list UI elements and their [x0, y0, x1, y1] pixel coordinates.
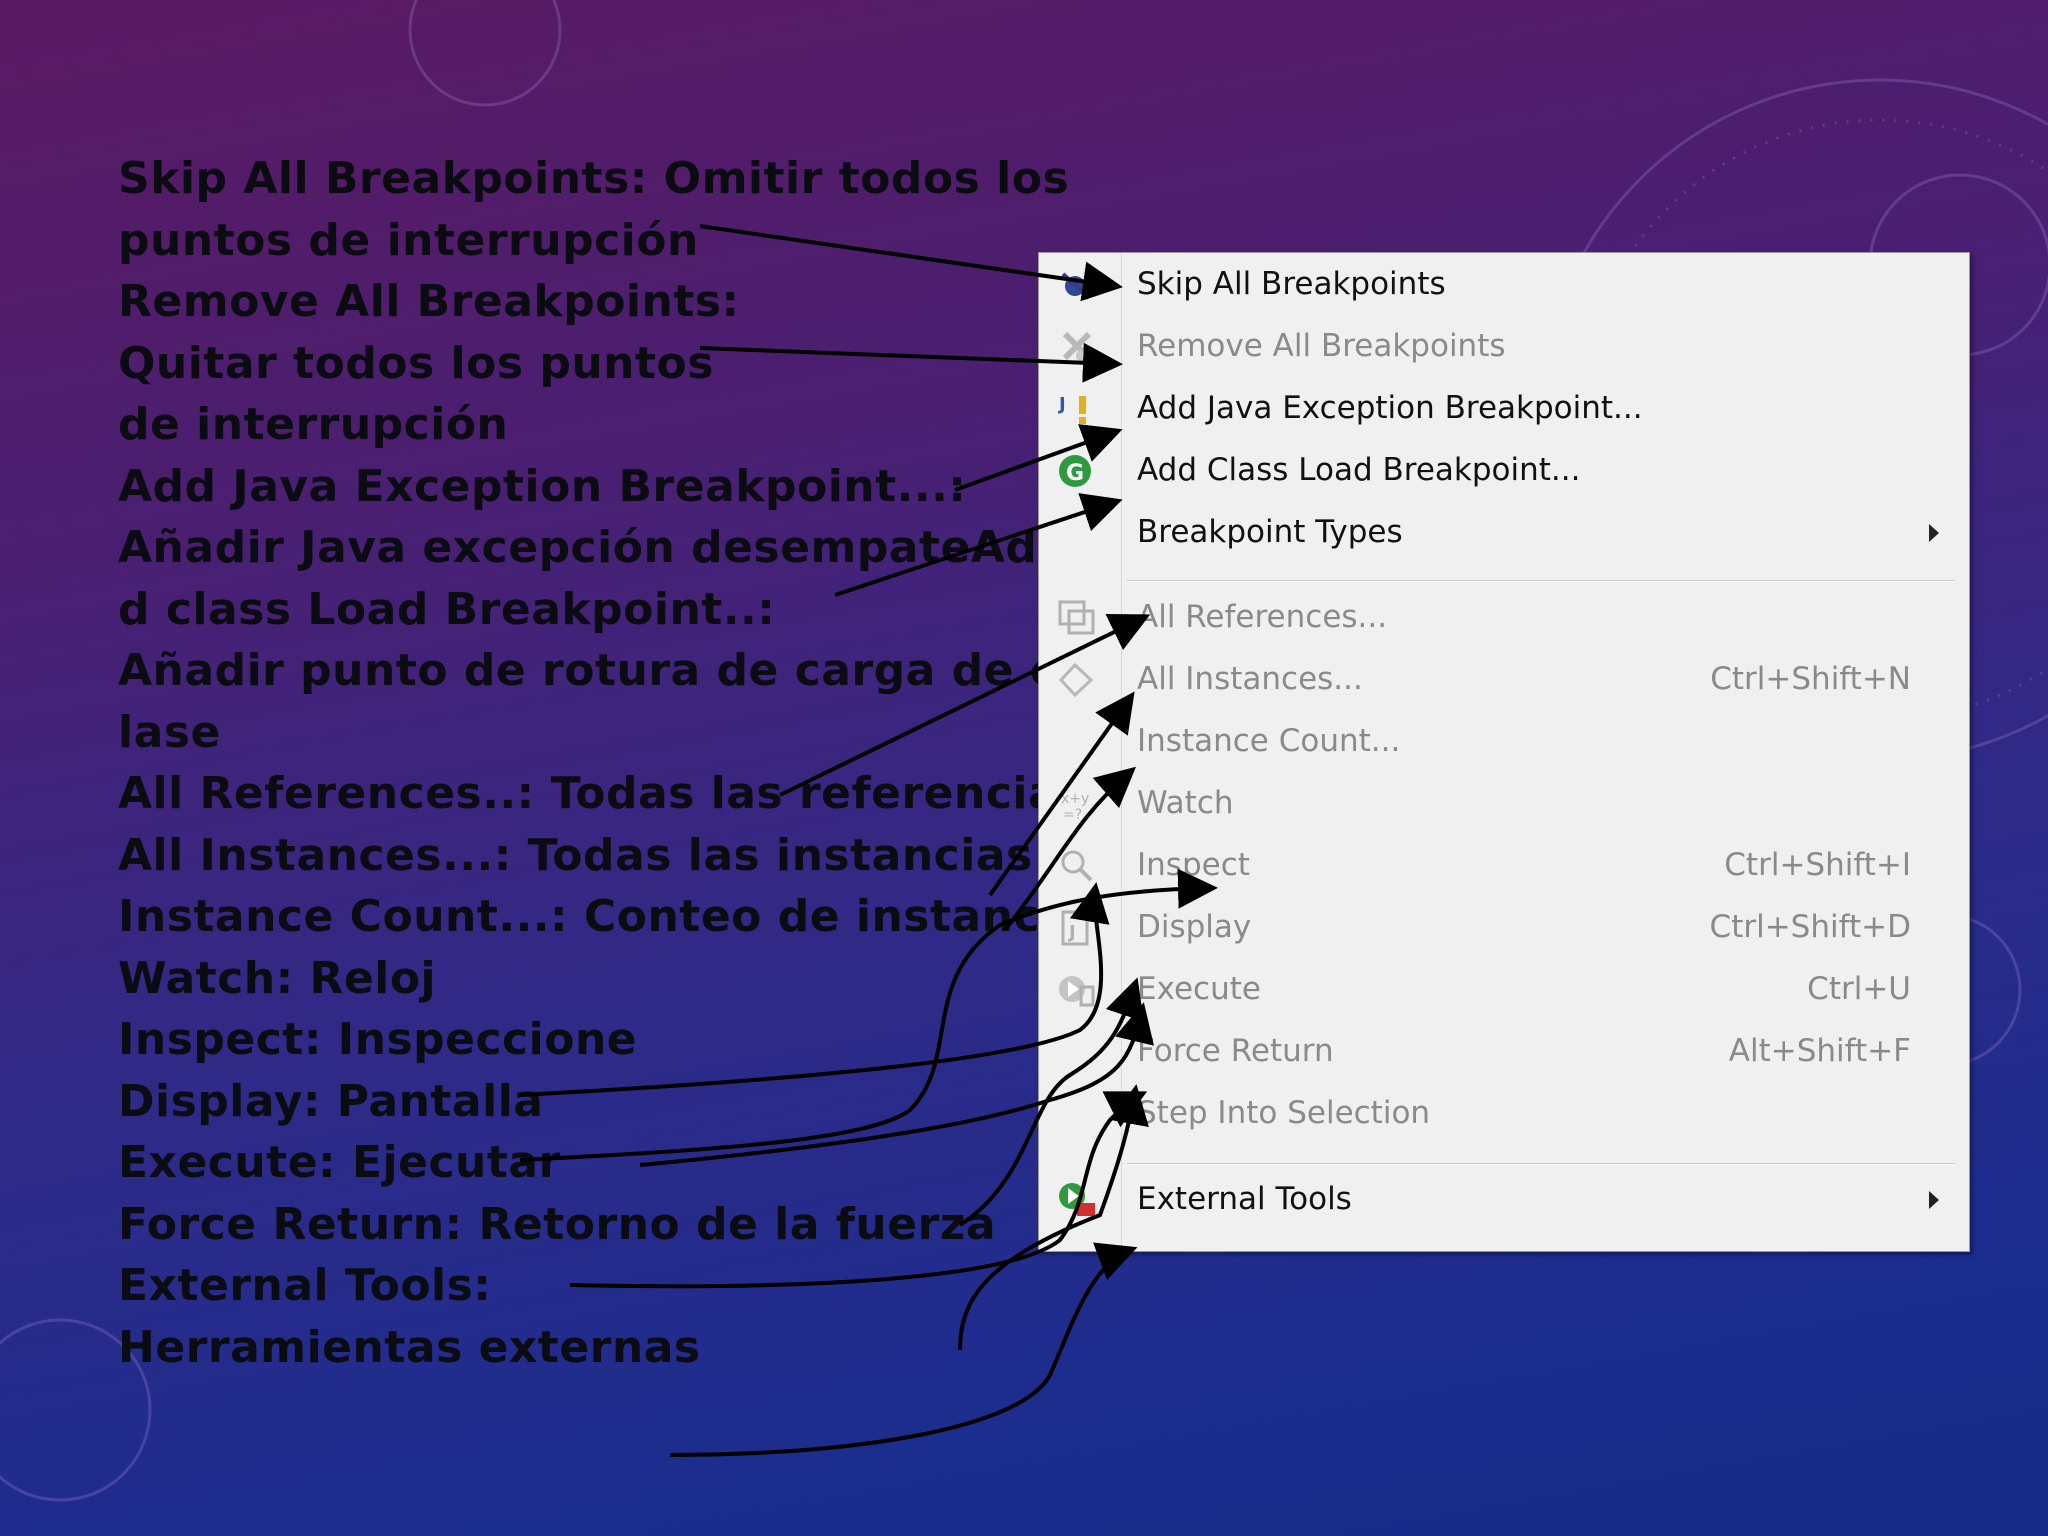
debug-context-menu[interactable]: Skip All Breakpoints Remove All Breakpoi… [1038, 252, 1970, 1252]
submenu-arrow-icon [1929, 1191, 1939, 1209]
all-instances-icon [1057, 661, 1097, 699]
svg-text:=?: =? [1063, 807, 1082, 823]
annotation-text-block: Skip All Breakpoints: Omitir todos los pu… [118, 148, 1086, 1378]
menu-item-label: Remove All Breakpoints [1137, 328, 1506, 364]
menu-item-instance-count[interactable]: Instance Count... [1039, 711, 1969, 773]
execute-icon [1057, 971, 1097, 1009]
annotation-line: puntos de interrupción [118, 214, 699, 266]
annotation-line: Añadir Java excepción desempateAd [118, 522, 1038, 573]
menu-item-all-references[interactable]: All References... [1039, 587, 1969, 649]
menu-item-label: Add Class Load Breakpoint... [1137, 452, 1581, 488]
annotation-line: d class Load Breakpoint..: [118, 583, 776, 635]
menu-item-label: Inspect [1137, 847, 1250, 883]
menu-separator [1127, 580, 1955, 582]
external-tools-icon [1057, 1181, 1097, 1219]
annotation-line: Add Java Exception Breakpoint...: [118, 460, 967, 512]
annotation-line: Herramientas externas [118, 1321, 701, 1373]
annotation-line: External Tools: [118, 1260, 492, 1311]
class-load-breakpoint-icon: G [1057, 452, 1097, 490]
submenu-arrow-icon [1929, 524, 1939, 542]
annotation-line: Watch: Reloj [118, 952, 437, 1004]
menu-item-execute[interactable]: Execute Ctrl+U [1039, 959, 1969, 1021]
menu-item-label: Add Java Exception Breakpoint... [1137, 390, 1643, 426]
menu-item-add-class-load-breakpoint[interactable]: G Add Class Load Breakpoint... [1039, 440, 1969, 502]
menu-item-skip-all-breakpoints[interactable]: Skip All Breakpoints [1039, 254, 1969, 316]
menu-item-label: Instance Count... [1137, 723, 1401, 759]
inspect-icon [1057, 847, 1097, 885]
skip-breakpoints-icon [1057, 266, 1097, 304]
svg-text:x+y: x+y [1061, 791, 1089, 807]
menu-item-watch[interactable]: x+y =? Watch [1039, 773, 1969, 835]
menu-item-shortcut: Ctrl+Shift+I [1724, 847, 1911, 883]
annotation-line: Quitar todos los puntos [118, 337, 714, 389]
annotation-line: Execute: Ejecutar [118, 1137, 561, 1188]
annotation-line: Añadir punto de rotura de carga de c [118, 645, 1057, 696]
annotation-line: Remove All Breakpoints: [118, 276, 740, 327]
menu-item-label: Execute [1137, 971, 1261, 1007]
menu-separator [1127, 1163, 1955, 1165]
all-references-icon [1057, 599, 1097, 637]
annotation-line: lase [118, 706, 221, 758]
menu-item-shortcut: Alt+Shift+F [1728, 1033, 1911, 1069]
menu-item-label: Force Return [1137, 1033, 1334, 1069]
menu-item-external-tools[interactable]: External Tools [1039, 1169, 1969, 1231]
java-exception-breakpoint-icon: J [1057, 390, 1097, 428]
menu-item-breakpoint-types[interactable]: Breakpoint Types [1039, 502, 1969, 564]
menu-item-remove-all-breakpoints[interactable]: Remove All Breakpoints [1039, 316, 1969, 378]
svg-text:J: J [1057, 394, 1066, 415]
svg-text:J: J [1067, 922, 1076, 943]
annotation-line: Skip All Breakpoints: Omitir todos los [118, 153, 1070, 204]
menu-item-add-java-exception-breakpoint[interactable]: J Add Java Exception Breakpoint... [1039, 378, 1969, 440]
annotation-line: All References..: Todas las referencias [118, 768, 1085, 819]
menu-item-label: Display [1137, 909, 1252, 945]
menu-item-label: All Instances... [1137, 661, 1363, 697]
watch-icon: x+y =? [1057, 785, 1097, 823]
menu-item-label: Breakpoint Types [1137, 514, 1403, 550]
annotation-line: Instance Count...: Conteo de instancia [118, 891, 1086, 942]
menu-item-label: Step Into Selection [1137, 1095, 1431, 1131]
menu-item-inspect[interactable]: Inspect Ctrl+Shift+I [1039, 835, 1969, 897]
menu-item-label: All References... [1137, 599, 1388, 635]
menu-item-shortcut: Ctrl+Shift+D [1709, 909, 1911, 945]
annotation-line: Inspect: Inspeccione [118, 1014, 638, 1065]
annotation-line: All Instances...: Todas las instancias [118, 829, 1033, 881]
annotation-line: Force Return: Retorno de la fuerza [118, 1198, 997, 1250]
svg-text:G: G [1066, 461, 1084, 486]
menu-item-force-return[interactable]: Force Return Alt+Shift+F [1039, 1021, 1969, 1083]
remove-breakpoints-icon [1057, 328, 1097, 366]
menu-item-step-into-selection[interactable]: Step Into Selection [1039, 1083, 1969, 1145]
menu-item-shortcut: Ctrl+U [1807, 971, 1911, 1007]
display-icon: J [1057, 909, 1097, 947]
menu-item-shortcut: Ctrl+Shift+N [1710, 661, 1911, 697]
menu-item-display[interactable]: J Display Ctrl+Shift+D [1039, 897, 1969, 959]
annotation-line: Display: Pantalla [118, 1075, 544, 1127]
menu-item-label: Watch [1137, 785, 1234, 821]
menu-item-label: External Tools [1137, 1181, 1352, 1217]
menu-item-label: Skip All Breakpoints [1137, 266, 1446, 302]
annotation-line: de interrupción [118, 399, 509, 450]
menu-item-all-instances[interactable]: All Instances... Ctrl+Shift+N [1039, 649, 1969, 711]
